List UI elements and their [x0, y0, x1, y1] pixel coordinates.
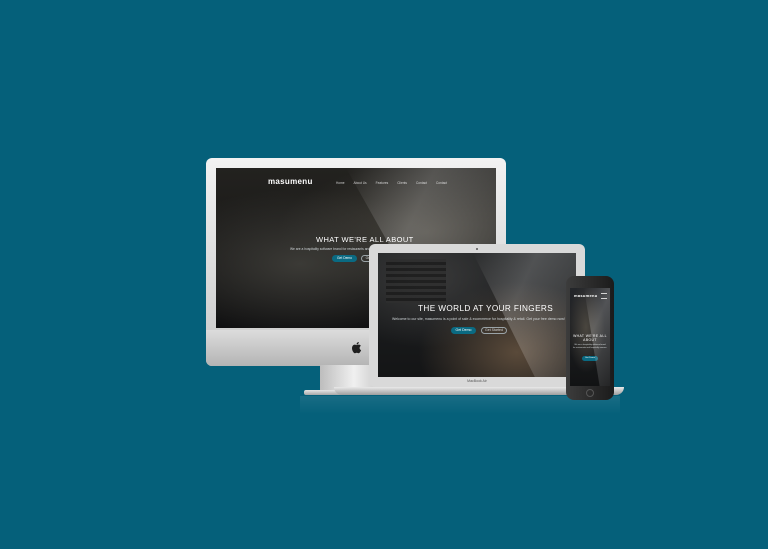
macbook-camera-icon [476, 248, 478, 250]
imac-nav: Home About Us Features Clients Contact C… [336, 181, 447, 185]
macbook-get-demo-button[interactable]: Get Demo [451, 327, 476, 334]
imac-hero-title: WHAT WE'RE ALL ABOUT [316, 235, 414, 244]
macbook-hero-title: THE WORLD AT YOUR FINGERS [418, 304, 554, 313]
imac-nav-item[interactable]: Contact [436, 181, 447, 185]
macbook-hero-subtitle: Welcome to our site, masumenu is a point… [392, 317, 565, 321]
iphone-site-logo[interactable]: masumenu [574, 293, 598, 298]
iphone-get-demo-button[interactable]: Get Demo [582, 356, 598, 361]
imac-nav-item[interactable]: Features [376, 181, 389, 185]
imac-nav-item[interactable]: About Us [354, 181, 367, 185]
imac-nav-item[interactable]: Clients [397, 181, 407, 185]
imac-nav-item[interactable]: Contact [416, 181, 427, 185]
macbook-model-label: MacBook Air [467, 379, 487, 383]
hamburger-menu-icon[interactable] [601, 293, 607, 299]
iphone-hero-title: WHAT WE'RE ALL ABOUT [573, 334, 607, 342]
iphone-screen: masumenu WHAT WE'RE ALL ABOUT We are a h… [570, 288, 610, 386]
macbook-menu-board-image [386, 259, 446, 303]
imac-nav-item[interactable]: Home [336, 181, 345, 185]
imac-site-logo[interactable]: masumenu [268, 177, 313, 186]
macbook-screen: THE WORLD AT YOUR FINGERS Welcome to our… [378, 253, 576, 377]
macbook-get-started-button[interactable]: Get Started [481, 327, 507, 334]
imac-get-demo-button[interactable]: Get Demo [332, 255, 357, 262]
iphone-home-button[interactable] [586, 389, 594, 397]
iphone-hero-subtitle: We are a hospitality software brand for … [573, 344, 607, 349]
